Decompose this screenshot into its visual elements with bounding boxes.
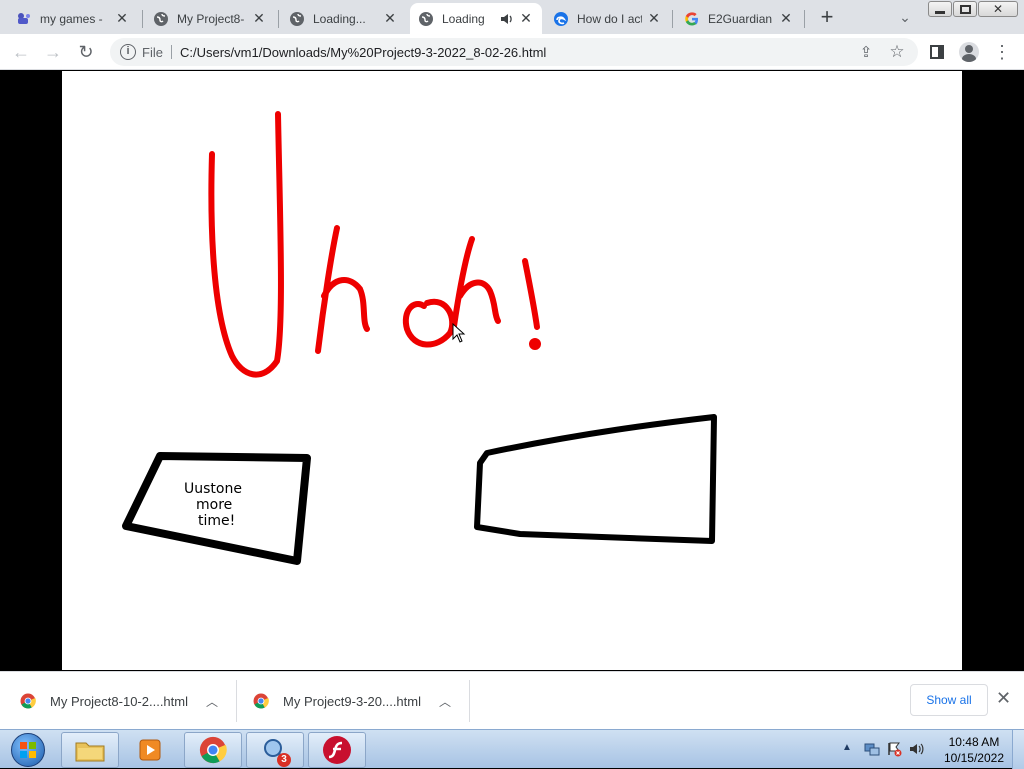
google-icon bbox=[685, 11, 698, 25]
teams-icon bbox=[18, 12, 30, 24]
clock-time: 10:48 AM bbox=[948, 735, 1000, 749]
url-text[interactable]: C:/Users/vm1/Downloads/My%20Project9-3-2… bbox=[180, 45, 546, 60]
taskbar-search-app[interactable]: 3 bbox=[246, 732, 304, 768]
start-button[interactable] bbox=[4, 732, 52, 768]
close-icon[interactable]: ✕ bbox=[251, 10, 267, 27]
profile-icon[interactable] bbox=[956, 39, 982, 65]
tab-title: E2Guardian - bbox=[708, 11, 774, 26]
taskbar-chrome[interactable] bbox=[184, 732, 242, 768]
address-divider bbox=[171, 45, 172, 59]
tab-title: Loading... bbox=[313, 11, 366, 26]
flash-icon bbox=[323, 736, 351, 764]
letter-h bbox=[315, 225, 370, 354]
volume-icon[interactable] bbox=[908, 741, 924, 757]
letter-o bbox=[402, 298, 456, 348]
right-bubble-outline bbox=[474, 414, 717, 544]
exclamation-dot bbox=[529, 338, 541, 350]
taskbar-flash[interactable] bbox=[308, 732, 366, 768]
letter-h2 bbox=[451, 236, 501, 329]
tab-search-chevron-icon[interactable]: ⌄ bbox=[892, 4, 918, 30]
action-center-icon[interactable] bbox=[886, 741, 902, 757]
share-icon[interactable]: ⇪ bbox=[853, 39, 879, 65]
clock-date: 10/15/2022 bbox=[943, 751, 1004, 765]
tab-how-do-i[interactable]: How do I act ✕ bbox=[545, 3, 670, 34]
window-close-button[interactable]: ✕ bbox=[978, 1, 1018, 17]
tab-divider bbox=[142, 10, 143, 28]
speaker-icon[interactable] bbox=[500, 12, 514, 26]
chevron-up-icon[interactable]: ︿ bbox=[206, 693, 218, 710]
uhoh-drawing bbox=[208, 111, 541, 378]
download-divider bbox=[236, 680, 237, 722]
close-icon[interactable]: ✕ bbox=[996, 688, 1011, 709]
download-filename: My Project8-10-2....html bbox=[50, 693, 188, 709]
download-item[interactable]: My Project8-10-2....html ︿ bbox=[20, 672, 218, 730]
tab-my-games[interactable]: my games - ✕ bbox=[8, 3, 138, 34]
close-icon[interactable]: ✕ bbox=[518, 10, 534, 27]
tab-title: How do I act bbox=[577, 11, 642, 26]
download-divider bbox=[469, 680, 470, 722]
tray-overflow-icon[interactable]: ▲ bbox=[842, 742, 852, 753]
tab-title: Loading bbox=[442, 11, 485, 26]
close-icon[interactable]: ✕ bbox=[778, 10, 794, 27]
info-icon[interactable]: i bbox=[120, 44, 136, 60]
tab-title: My Project8- bbox=[177, 11, 245, 26]
bookmark-star-icon[interactable]: ☆ bbox=[884, 39, 910, 65]
tab-loading-active[interactable]: Loading ✕ bbox=[410, 3, 542, 34]
tab-e2guardian[interactable]: E2Guardian - ✕ bbox=[676, 3, 802, 34]
exclamation-stroke bbox=[522, 258, 540, 330]
right-bubble bbox=[474, 414, 717, 544]
close-icon[interactable]: ✕ bbox=[382, 10, 398, 27]
show-all-button[interactable]: Show all bbox=[910, 684, 988, 716]
taskbar-explorer[interactable] bbox=[61, 732, 119, 768]
left-bubble: Uustone more time! bbox=[122, 452, 311, 565]
drawing-svg: Uustone more time! bbox=[122, 111, 717, 565]
globe-icon bbox=[290, 11, 304, 26]
tab-title: my games - bbox=[40, 11, 103, 26]
tab-divider bbox=[278, 10, 279, 28]
side-panel-icon[interactable] bbox=[924, 39, 950, 65]
edge-icon bbox=[554, 11, 568, 26]
tab-loading-1[interactable]: Loading... ✕ bbox=[281, 3, 406, 34]
taskbar-clock[interactable]: 10:48 AM 10/15/2022 bbox=[944, 734, 1004, 766]
page-viewport: Uustone more time! bbox=[0, 71, 1024, 670]
forward-button[interactable]: → bbox=[40, 39, 66, 65]
taskbar-badge: 3 bbox=[277, 753, 291, 767]
restore-button[interactable] bbox=[953, 1, 977, 17]
taskbar-media-player[interactable] bbox=[122, 732, 178, 768]
chrome-icon bbox=[20, 693, 36, 709]
drawing-canvas[interactable]: Uustone more time! bbox=[62, 71, 962, 670]
show-desktop-button[interactable] bbox=[1012, 730, 1024, 769]
browser-toolbar: ← → ↻ i File C:/Users/vm1/Downloads/My%2… bbox=[0, 34, 1024, 70]
windows-logo-icon bbox=[20, 742, 36, 758]
download-item[interactable]: My Project9-3-20....html ︿ bbox=[253, 672, 451, 730]
back-button[interactable]: ← bbox=[8, 39, 34, 65]
tab-my-project8[interactable]: My Project8- ✕ bbox=[145, 3, 275, 34]
close-icon[interactable]: ✕ bbox=[114, 10, 130, 27]
letter-U bbox=[208, 111, 284, 378]
tab-strip: my games - ✕ My Project8- ✕ Loading... ✕… bbox=[0, 0, 1024, 34]
reload-button[interactable]: ↻ bbox=[73, 39, 99, 65]
menu-kebab-icon[interactable]: ⋮ bbox=[989, 39, 1015, 65]
download-filename: My Project9-3-20....html bbox=[283, 693, 421, 709]
tab-divider bbox=[804, 10, 805, 28]
close-icon[interactable]: ✕ bbox=[646, 10, 662, 27]
system-tray: ▲ 10:48 AM 10/15/2022 bbox=[834, 730, 1024, 769]
file-scheme-label: File bbox=[142, 45, 163, 60]
mouse-cursor-icon bbox=[452, 323, 466, 343]
globe-icon bbox=[154, 11, 168, 26]
minimize-button[interactable] bbox=[928, 1, 952, 17]
chevron-up-icon[interactable]: ︿ bbox=[439, 693, 451, 710]
windows-taskbar: 3 ▲ 10:48 AM 10/15/2022 bbox=[0, 729, 1024, 769]
media-player-icon bbox=[139, 739, 161, 761]
folder-icon bbox=[75, 742, 105, 762]
globe-icon bbox=[419, 11, 433, 26]
new-tab-button[interactable]: + bbox=[814, 4, 840, 30]
chrome-icon bbox=[253, 693, 269, 709]
tab-divider bbox=[672, 10, 673, 28]
address-bar[interactable]: i File C:/Users/vm1/Downloads/My%20Proje… bbox=[110, 38, 918, 66]
network-icon[interactable] bbox=[864, 741, 880, 757]
chrome-icon bbox=[199, 736, 227, 764]
downloads-bar: My Project8-10-2....html ︿ My Project9-3… bbox=[0, 671, 1024, 729]
